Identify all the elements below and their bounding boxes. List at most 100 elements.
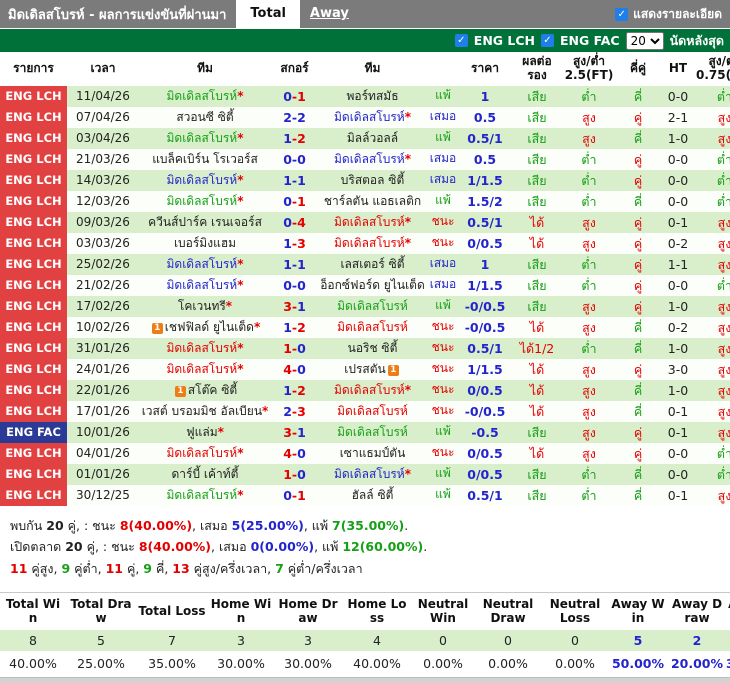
league-badge: ENG LCH [0,169,67,191]
home-team[interactable]: ดาร์บี้ เค้าท์ตี้ [139,463,271,485]
away-team[interactable]: นอริช ซิตี้ [318,337,427,359]
home-team[interactable]: โคเวนทรี* [139,295,271,317]
home-goals: 1 [283,466,292,482]
home-team[interactable]: ฟูแล่ม* [139,421,271,443]
league-badge: ENG LCH [0,379,67,401]
away-team[interactable]: มิดเดิลสโบรห์* [318,148,427,170]
match-result: เสมอ [427,148,459,170]
match-row: ENG LCH 03/03/26 เบอร์มิงแฮม 1-3 มิดเดิลสโบร… [0,232,730,254]
team-name: ชาร์ลตัน แอธเลติก [323,193,422,208]
full-time-score: 1-0 [271,337,318,359]
home-team[interactable]: 1 สโต๊ค ซิตี้ [139,379,271,401]
stats-header-cell: Away Draw [668,592,726,630]
match-row: ENG LCH 07/04/26 สวอนซี ซิตี้ 2-2 มิดเดิลสโบ… [0,106,730,128]
eng-fac-checkbox[interactable] [541,34,554,47]
away-team[interactable]: มิดเดิลสโบรห์* [318,232,427,254]
home-goals: 1 [283,172,292,188]
team-name: มิดเดิลสโบรห์ [166,130,238,145]
away-team[interactable]: บริสตอล ซิตี้ [318,169,427,191]
col-competition: รายการ [0,52,67,86]
team-name: เซาแธมป์ตัน [339,445,406,460]
home-team[interactable]: มิดเดิลสโบรห์* [139,442,271,464]
away-team[interactable]: มิดเดิลสโบรห์* [318,211,427,233]
team-name: ฟูแล่ม [186,424,218,439]
away-team[interactable]: มิดเดิลสโบรห์ [318,316,427,338]
over-under-ht: สูง [695,316,730,338]
away-team[interactable]: ฮัลล์ ซิตี้ [318,484,427,506]
col-result [427,52,459,86]
favorite-star-icon: * [237,445,244,460]
tab-away[interactable]: Away [300,0,359,28]
home-team[interactable]: 1 เชฟฟิลด์ ยูไนเต็ด* [139,316,271,338]
away-team[interactable]: เลสเตอร์ ซิตี้ [318,253,427,275]
half-time-score: 0-1 [661,400,695,422]
over-under-ht: ต่ำ [695,85,730,107]
home-team[interactable]: ควีนส์ปาร์ค เรนเจอร์ส [139,211,271,233]
over-under-ft: ต่ำ [563,484,615,506]
eng-lch-checkbox[interactable] [454,34,468,47]
away-goals: 2 [297,382,306,398]
away-team[interactable]: เซาแธมป์ตัน [318,442,427,464]
over-under-ht: สูง [695,127,730,149]
horizontal-scrollbar[interactable] [0,676,730,683]
home-team[interactable]: มิดเดิลสโบรห์* [139,274,271,296]
home-team[interactable]: มิดเดิลสโบรห์* [139,169,271,191]
away-goals: 1 [297,424,306,440]
stats-header-row: Total Win Total Draw Total Loss Home Win Hom… [0,592,730,630]
home-team[interactable]: มิดเดิลสโบรห์* [139,253,271,275]
home-team[interactable]: มิดเดิลสโบรห์* [139,358,271,380]
home-team[interactable]: มิดเดิลสโบรห์* [139,127,271,149]
home-team[interactable]: เบอร์มิงแฮม [139,232,271,254]
away-team[interactable]: พอร์ทสมัธ [318,85,427,107]
match-date: 04/01/26 [67,442,139,464]
handicap-result: ได้ [511,211,563,233]
away-team[interactable]: อ็อกซ์ฟอร์ด ยูไนเต็ด [318,274,427,296]
favorite-star-icon: * [225,298,233,313]
favorite-star-icon: * [237,172,244,187]
half-time-score: 0-1 [661,421,695,443]
team-name: มิดเดิลสโบรห์ [166,256,238,271]
away-team[interactable]: มิดเดิลสโบรห์ [318,400,427,422]
half-time-score: 1-0 [661,379,695,401]
home-team[interactable]: มิดเดิลสโบรห์* [139,337,271,359]
away-goals: 1 [297,88,306,104]
home-team[interactable]: มิดเดิลสโบรห์* [139,484,271,506]
favorite-star-icon: * [237,340,244,355]
tab-total[interactable]: Total [236,0,300,28]
match-date: 17/01/26 [67,400,139,422]
full-time-score: 3-1 [271,295,318,317]
away-team[interactable]: มิลล์วอลล์ [318,127,427,149]
home-team[interactable]: สวอนซี ซิตี้ [139,106,271,128]
show-details-checkbox[interactable] [615,7,629,21]
home-team[interactable]: แบล็คเบิร์น โรเวอร์ส [139,148,271,170]
away-team[interactable]: มิดเดิลสโบรห์ [318,421,427,443]
stats-value-cell: 0 [474,629,542,651]
away-goals: 0 [297,277,306,293]
away-team[interactable]: มิดเดิลสโบรห์* [318,463,427,485]
summary-line-3: 11 คู่สูง, 9 คู่ต่ำ, 11 คู่, 9 คี่, 13 ค… [10,561,363,577]
away-goals: 2 [297,109,306,125]
handicap-odds: 0.5 [459,148,511,170]
odd-even: คู่ [615,358,661,380]
recent-matches-select[interactable]: 20 [625,31,664,50]
team-name: มิดเดิลสโบรห์ [334,109,405,124]
handicap-odds: 0/0.5 [459,463,511,485]
stats-pct-cell: 0.00% [474,650,542,677]
away-team[interactable]: เปรสตัน 1 [318,358,427,380]
stats-table: Total Win Total Draw Total Loss Home Win Hom… [0,591,730,677]
away-team[interactable]: มิดเดิลสโบรห์* [318,379,427,401]
home-team[interactable]: มิดเดิลสโบรห์* [139,85,271,107]
home-team[interactable]: มิดเดิลสโบรห์* [139,190,271,212]
home-team[interactable]: เวสต์ บรอมมิช อัลเบียน* [139,400,271,422]
stats-value-cell: 3 [208,629,274,651]
away-team[interactable]: มิดเดิลสโบรห์ [318,295,427,317]
over-under-ht: สูง [695,232,730,254]
away-team[interactable]: มิดเดิลสโบรห์* [318,106,427,128]
team-name: สโต๊ค ซิตี้ [187,382,238,397]
match-row: ENG LCH 31/01/26 มิดเดิลสโบรห์* 1-0 นอริช ซิ… [0,337,730,359]
match-result: เสมอ [427,274,459,296]
league-badge: ENG LCH [0,316,67,338]
full-time-score: 1-2 [271,316,318,338]
away-team[interactable]: ชาร์ลตัน แอธเลติก [318,190,427,212]
stats-header-cell: Home Draw [274,592,342,630]
